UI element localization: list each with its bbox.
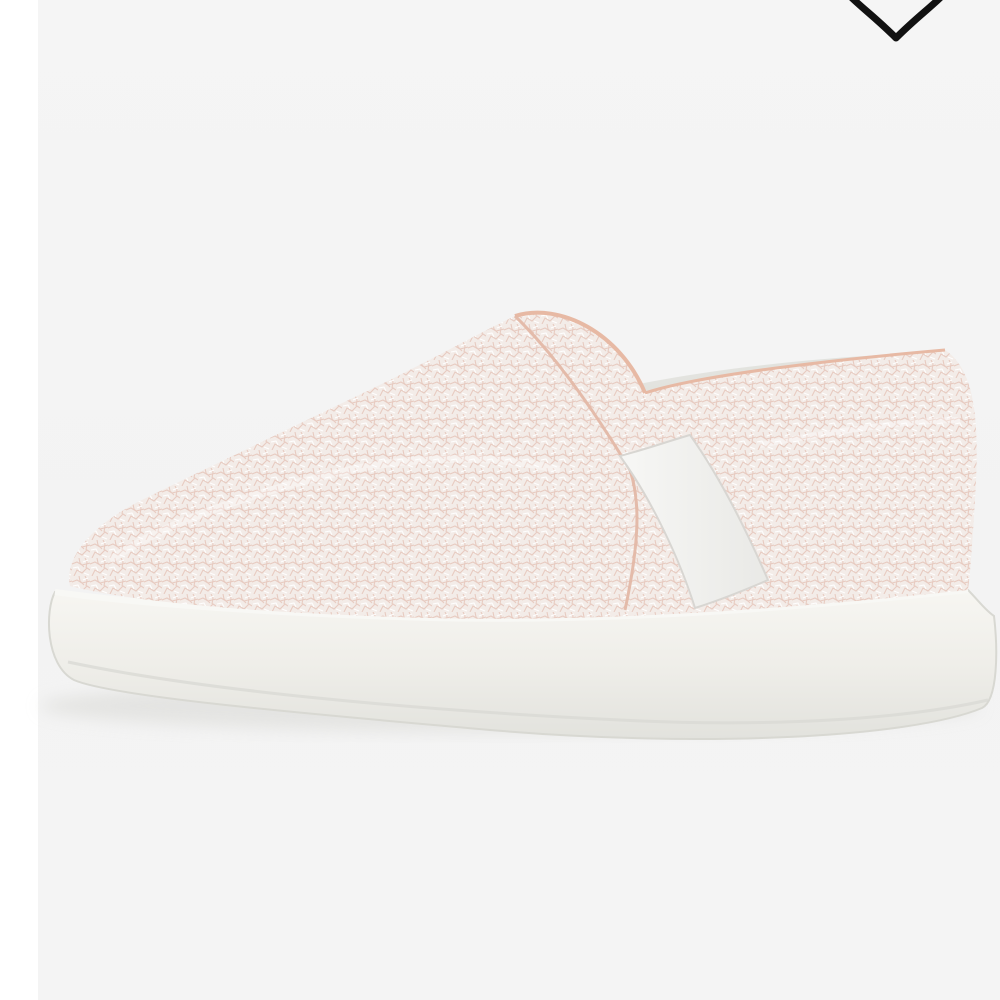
product-image: [40, 310, 998, 740]
favorite-button[interactable]: [838, 0, 954, 50]
product-viewer: [0, 0, 1000, 1000]
heart-outline-icon: [849, 0, 943, 42]
